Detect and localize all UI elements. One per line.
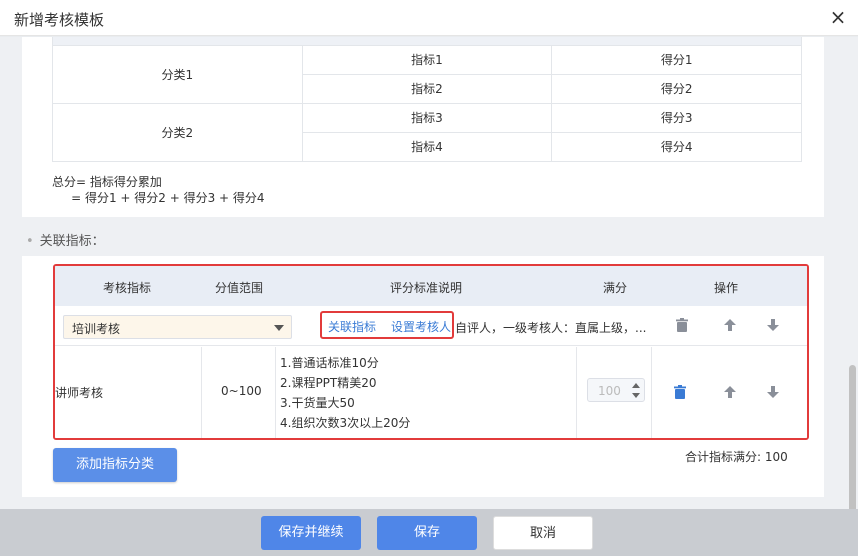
caret-down-icon <box>274 325 284 331</box>
save-button[interactable]: 保存 <box>377 516 477 550</box>
dialog-title: 新增考核模板 <box>14 11 105 29</box>
score-cell: 得分2 <box>551 73 802 104</box>
column-divider <box>201 347 202 438</box>
close-icon[interactable]: × <box>828 6 848 28</box>
formula-line-1: 总分= 指标得分累加 <box>52 175 162 189</box>
full-score-stepper[interactable]: 100 <box>587 378 645 402</box>
dialog-body: 分类1 指标1 得分1 指标2 得分2 分类2 指标3 得分3 指标4 得分4 … <box>0 37 858 509</box>
full-score-value: 100 <box>598 384 621 398</box>
table-row: 培训考核 关联指标 设置考核人 自评人，一级考核人：直属上级，... <box>55 306 807 346</box>
metrics-panel: 考核指标 分值范围 评分标准说明 满分 操作 培训考核 关联指标 设置考核人 自… <box>22 256 824 497</box>
add-metric-category-button[interactable]: 添加指标分类 <box>53 448 177 482</box>
formula-line-2: = 得分1 + 得分2 + 得分3 + 得分4 <box>52 191 265 205</box>
formula-text: 总分= 指标得分累加 = 得分1 + 得分2 + 得分3 + 得分4 <box>52 174 265 206</box>
arrow-down-icon[interactable] <box>765 384 781 400</box>
table-row: 分类2 指标3 得分3 <box>52 102 802 162</box>
cancel-button[interactable]: 取消 <box>493 516 593 550</box>
dialog-header: 新增考核模板 × <box>0 0 858 36</box>
link-highlight-box: 关联指标 设置考核人 <box>320 311 454 339</box>
header-metric: 考核指标 <box>103 281 152 295</box>
column-divider <box>651 347 652 438</box>
arrow-up-icon[interactable] <box>722 384 738 400</box>
section-label-text: 关联指标： <box>39 234 105 249</box>
stepper-down-icon[interactable] <box>632 393 640 398</box>
metric-cell: 指标4 <box>301 131 553 162</box>
header-range: 分值范围 <box>215 281 264 295</box>
metric-cell: 指标1 <box>301 44 553 75</box>
table-header: 考核指标 分值范围 评分标准说明 满分 操作 <box>55 266 807 306</box>
set-reviewer-link[interactable]: 设置考核人 <box>391 318 451 335</box>
category-cell: 分类1 <box>52 44 303 104</box>
table-row: 讲师考核 0~100 1.普通话标准10分 2.课程PPT精美20 3.干货量大… <box>55 347 807 438</box>
total-full-score: 合计指标满分: 100 <box>685 450 788 464</box>
reviewer-description: 自评人，一级考核人：直属上级，... <box>455 321 647 335</box>
arrow-up-icon[interactable] <box>722 317 738 333</box>
related-metrics-link[interactable]: 关联指标 <box>328 318 376 335</box>
example-grid: 分类1 指标1 得分1 指标2 得分2 分类2 指标3 得分3 指标4 得分4 <box>52 37 802 162</box>
column-divider <box>275 347 276 438</box>
example-panel: 分类1 指标1 得分1 指标2 得分2 分类2 指标3 得分3 指标4 得分4 … <box>22 37 824 217</box>
metric-cell: 指标3 <box>301 102 553 133</box>
highlight-box: 考核指标 分值范围 评分标准说明 满分 操作 培训考核 关联指标 设置考核人 自… <box>53 264 809 440</box>
score-range: 0~100 <box>221 384 262 398</box>
category-cell: 分类2 <box>52 102 303 162</box>
score-cell: 得分1 <box>551 44 802 75</box>
score-cell: 得分4 <box>551 131 802 162</box>
section-label: • 关联指标： <box>26 230 105 249</box>
metric-cell: 指标2 <box>301 73 553 104</box>
arrow-down-icon[interactable] <box>765 317 781 333</box>
stepper-up-icon[interactable] <box>632 383 640 388</box>
trash-icon[interactable] <box>672 384 688 400</box>
metric-name: 讲师考核 <box>55 386 104 400</box>
header-full-score: 满分 <box>603 281 628 295</box>
dialog-footer: 保存并继续 保存 取消 <box>0 509 858 556</box>
table-row: 分类1 指标1 得分1 <box>52 44 802 104</box>
column-divider <box>576 347 577 438</box>
metric-select-value: 培训考核 <box>72 322 121 336</box>
criteria-text: 1.普通话标准10分 2.课程PPT精美20 3.干货量大50 4.组织次数3次… <box>280 356 411 430</box>
header-operations: 操作 <box>714 281 739 295</box>
trash-icon[interactable] <box>674 317 690 333</box>
header-criteria: 评分标准说明 <box>390 281 463 295</box>
metric-select[interactable]: 培训考核 <box>63 315 292 339</box>
scrollbar[interactable] <box>849 365 856 509</box>
bullet-dot-icon: • <box>26 234 34 249</box>
save-and-continue-button[interactable]: 保存并继续 <box>261 516 361 550</box>
score-cell: 得分3 <box>551 102 802 133</box>
